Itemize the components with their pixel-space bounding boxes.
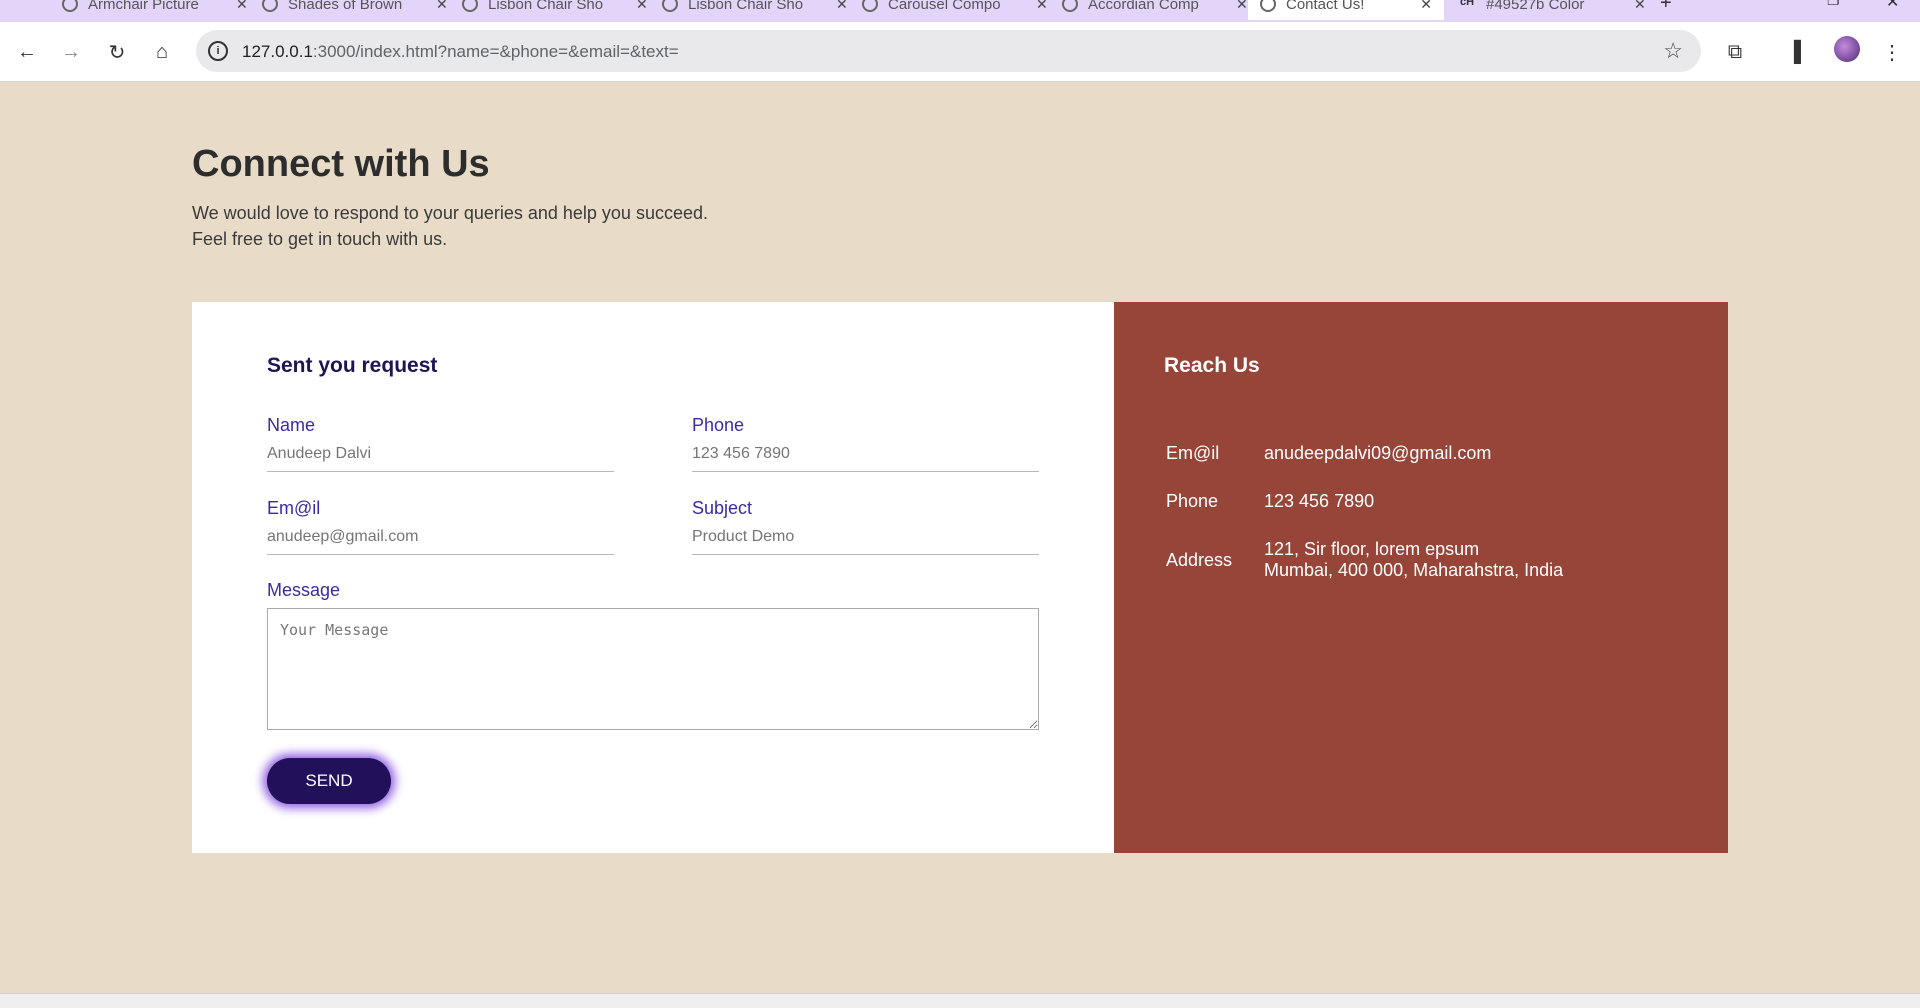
name-input[interactable] <box>267 443 614 472</box>
tab-2[interactable]: Shades of Brown ✕ <box>250 0 460 20</box>
address-line: Mumbai, 400 000, Maharahstra, India <box>1264 560 1564 580</box>
close-icon[interactable]: ✕ <box>1036 0 1048 13</box>
page-subtitle: We would love to respond to your queries… <box>192 200 708 252</box>
close-icon[interactable]: ✕ <box>436 0 448 13</box>
send-button[interactable]: SEND <box>267 758 391 804</box>
subtitle-line: Feel free to get in touch with us. <box>192 229 448 249</box>
restore-icon[interactable]: ❐ <box>1827 0 1840 9</box>
request-form-card: Sent you request Name Phone Em@il Subjec… <box>192 302 1114 853</box>
taskbar-strip <box>0 993 1920 1008</box>
phone-label: Phone <box>692 415 745 435</box>
subject-label: Subject <box>692 498 753 518</box>
email-input[interactable] <box>267 526 614 555</box>
reach-address-key: Address <box>1166 550 1233 570</box>
tab-title: Lisbon Chair Sho <box>688 0 804 13</box>
globe-icon <box>462 0 478 12</box>
url-text[interactable]: 127.0.0.1:3000/index.html?name=&phone=&e… <box>242 42 679 62</box>
name-label: Name <box>267 415 316 435</box>
reach-us-panel: Reach Us Em@il anudeepdalvi09@gmail.com … <box>1114 302 1728 853</box>
tab-title: Contact Us! <box>1286 0 1365 13</box>
name-field: Name <box>267 415 614 472</box>
tab-active[interactable]: Contact Us! ✕ <box>1248 0 1444 20</box>
browser-toolbar: ← → ↻ ⌂ i 127.0.0.1:3000/index.html?name… <box>0 22 1920 82</box>
tab-title: Carousel Compo <box>888 0 1001 13</box>
message-textarea[interactable] <box>267 608 1039 730</box>
email-field: Em@il <box>267 498 614 555</box>
tab-title: Shades of Brown <box>288 0 403 13</box>
tab-1[interactable]: Armchair Picture ✕ <box>50 0 260 20</box>
reach-address-value: 121, Sir floor, lorem epsum Mumbai, 400 … <box>1264 539 1563 581</box>
phone-input[interactable] <box>692 443 1039 472</box>
side-panel-icon[interactable]: ▌ <box>1785 36 1817 68</box>
email-label: Em@il <box>267 498 321 518</box>
reload-icon[interactable]: ↻ <box>101 36 133 68</box>
reach-title: Reach Us <box>1164 354 1260 377</box>
subtitle-line: We would love to respond to your queries… <box>192 203 708 223</box>
globe-icon <box>1260 0 1276 12</box>
home-icon[interactable]: ⌂ <box>146 36 178 68</box>
tab-8[interactable]: cH #49527b Color ✕ <box>1448 0 1658 20</box>
tab-6[interactable]: Accordian Comp ✕ <box>1050 0 1260 20</box>
tab-title: Accordian Comp <box>1088 0 1199 13</box>
subject-input[interactable] <box>692 526 1039 555</box>
tab-4[interactable]: Lisbon Chair Sho ✕ <box>650 0 860 20</box>
tab-title: Lisbon Chair Sho <box>488 0 604 13</box>
close-icon[interactable]: ✕ <box>1236 0 1248 13</box>
close-icon[interactable]: ✕ <box>1634 0 1646 13</box>
message-label: Message <box>267 580 341 600</box>
globe-icon <box>62 0 78 12</box>
tab-5[interactable]: Carousel Compo ✕ <box>850 0 1060 20</box>
address-bar[interactable]: i 127.0.0.1:3000/index.html?name=&phone=… <box>196 30 1701 72</box>
close-icon[interactable]: ✕ <box>1420 0 1432 13</box>
url-path: :3000/index.html?name=&phone=&email=&tex… <box>312 42 679 61</box>
subject-field: Subject <box>692 498 1039 555</box>
phone-field: Phone <box>692 415 1039 472</box>
form-title: Sent you request <box>267 354 438 377</box>
tab-strip: Armchair Picture ✕ Shades of Brown ✕ Lis… <box>0 0 1920 22</box>
globe-icon <box>1062 0 1078 12</box>
profile-avatar[interactable] <box>1834 36 1860 62</box>
tab-title: #49527b Color <box>1486 0 1585 13</box>
reach-phone-value[interactable]: 123 456 7890 <box>1264 491 1374 512</box>
site-info-icon[interactable]: i <box>208 41 228 61</box>
tab-3[interactable]: Lisbon Chair Sho ✕ <box>450 0 660 20</box>
reach-phone-key: Phone <box>1166 491 1219 511</box>
site-logo-icon: cH <box>1460 0 1475 8</box>
globe-icon <box>862 0 878 12</box>
forward-icon[interactable]: → <box>55 36 87 68</box>
page-title: Connect with Us <box>192 143 490 185</box>
close-icon[interactable]: ✕ <box>636 0 648 13</box>
reach-email-key: Em@il <box>1166 443 1220 463</box>
back-icon[interactable]: ← <box>11 36 43 68</box>
url-host: 127.0.0.1 <box>242 42 313 61</box>
window-close-icon[interactable]: ✕ <box>1886 0 1899 12</box>
menu-dots-icon[interactable]: ⋮ <box>1876 36 1908 68</box>
new-tab-icon[interactable]: + <box>1660 0 1672 15</box>
tab-title: Armchair Picture <box>88 0 199 13</box>
close-icon[interactable]: ✕ <box>836 0 848 13</box>
bookmark-star-icon[interactable]: ☆ <box>1663 38 1683 64</box>
globe-icon <box>262 0 278 12</box>
globe-icon <box>662 0 678 12</box>
close-icon[interactable]: ✕ <box>236 0 248 13</box>
extensions-icon[interactable]: ⧉ <box>1719 36 1751 68</box>
address-line: 121, Sir floor, lorem epsum <box>1264 539 1480 559</box>
reach-email-value[interactable]: anudeepdalvi09@gmail.com <box>1264 443 1491 464</box>
